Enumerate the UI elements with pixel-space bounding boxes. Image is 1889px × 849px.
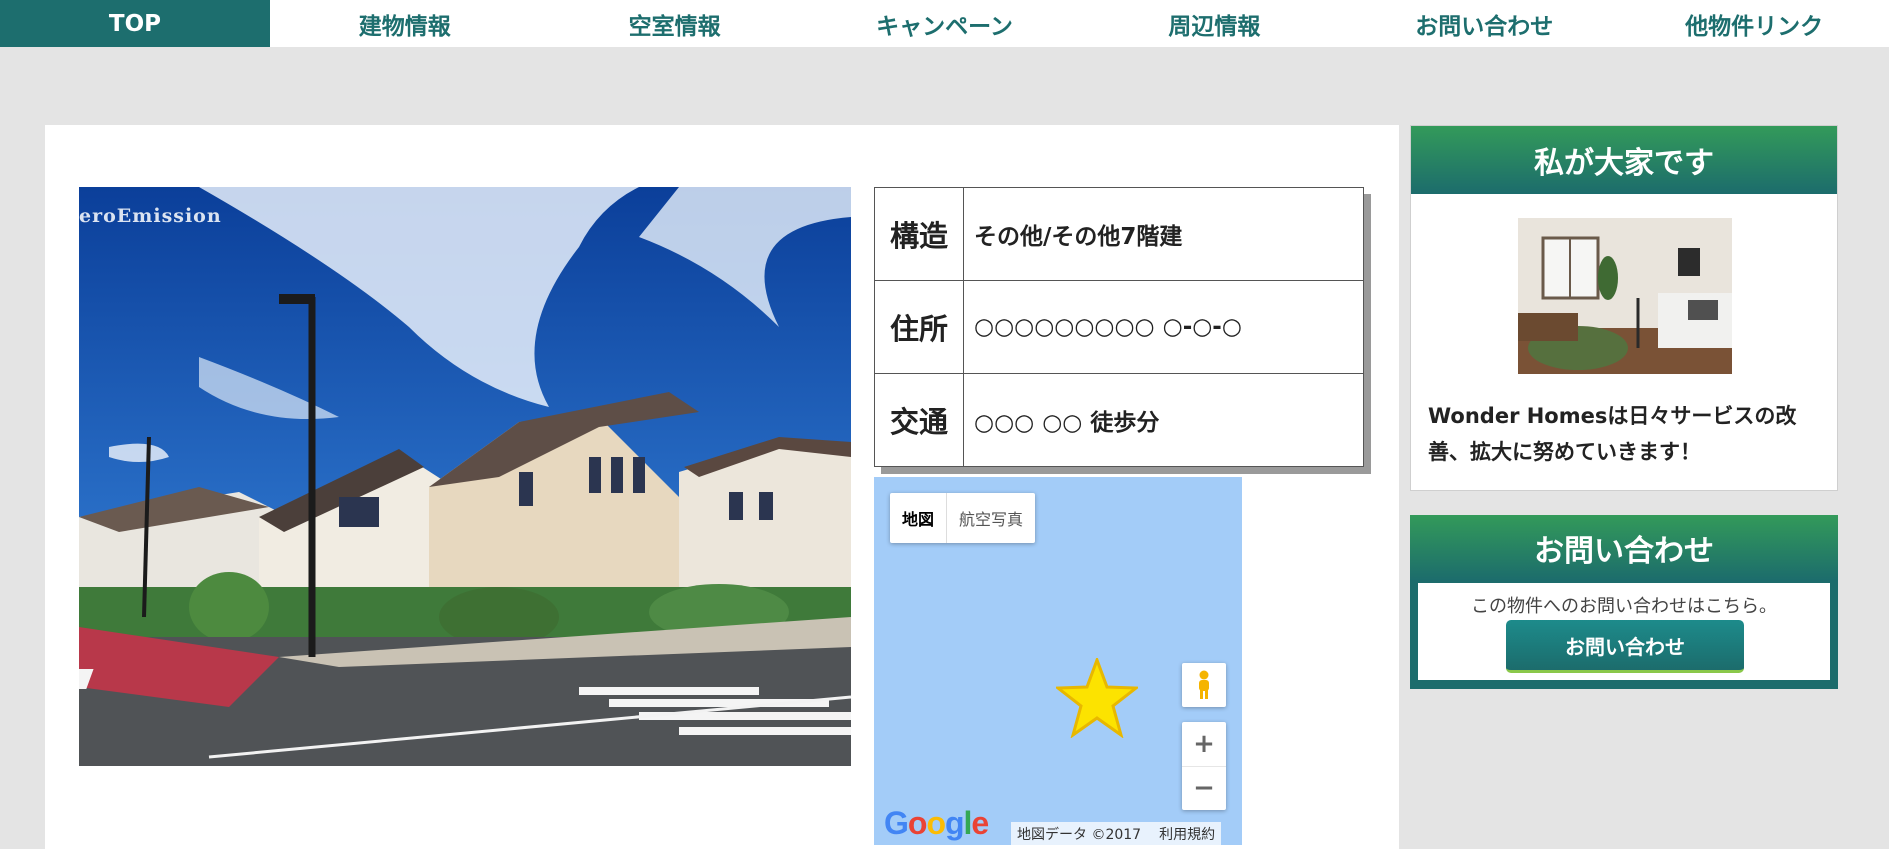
map-attribution: 地図データ ©2017 利用規約: [1011, 822, 1222, 845]
nav-campaign[interactable]: キャンペーン: [810, 0, 1080, 47]
contact-widget-body: この物件へのお問い合わせはこちら。 お問い合わせ: [1418, 583, 1830, 680]
address-label: 住所: [874, 280, 964, 374]
room-photo: [1518, 218, 1732, 374]
zoom-in-button[interactable]: +: [1182, 723, 1226, 767]
zoom-control: + −: [1182, 722, 1226, 810]
photo-watermark: eroEmission: [79, 205, 222, 227]
google-logo: Google: [884, 805, 989, 841]
map-type-control: 地図 航空写真: [890, 493, 1036, 543]
nav-top[interactable]: TOP: [0, 0, 270, 47]
table-row: 住所 ○○○○○○○○○ ○-○-○: [874, 280, 1364, 374]
structure-value: その他/その他7階建: [963, 187, 1364, 281]
zoom-out-button[interactable]: −: [1182, 767, 1226, 810]
contact-button[interactable]: お問い合わせ: [1506, 620, 1744, 673]
map-widget[interactable]: 地図 航空写真 + − Google 地図データ ©2017 利用規約: [874, 477, 1242, 845]
nav-building-info[interactable]: 建物情報: [270, 0, 540, 47]
street-view-pegman-icon[interactable]: [1182, 663, 1226, 707]
contact-description: この物件へのお問い合わせはこちら。: [1471, 596, 1777, 617]
owner-widget: 私が大家です Wonder Homesは日々サービスの改善、拡大に努めていきます…: [1410, 125, 1838, 491]
nav-surroundings[interactable]: 周辺情報: [1079, 0, 1349, 47]
property-info-table: 構造 その他/その他7階建 住所 ○○○○○○○○○ ○-○-○ 交通 ○○○ …: [874, 187, 1364, 467]
nav-other-properties[interactable]: 他物件リンク: [1619, 0, 1889, 47]
map-type-satellite-button[interactable]: 航空写真: [947, 493, 1035, 543]
star-marker-icon[interactable]: [1056, 658, 1138, 738]
table-row: 交通 ○○○ ○○ 徒歩分: [874, 373, 1364, 467]
access-label: 交通: [874, 373, 964, 467]
structure-label: 構造: [874, 187, 964, 281]
map-type-map-button[interactable]: 地図: [890, 493, 948, 543]
nav-vacancy-info[interactable]: 空室情報: [540, 0, 810, 47]
contact-widget: お問い合わせ この物件へのお問い合わせはこちら。 お問い合わせ: [1410, 515, 1838, 689]
map-data-credit: 地図データ ©2017: [1017, 826, 1142, 843]
access-value: ○○○ ○○ 徒歩分: [963, 373, 1364, 467]
owner-message: Wonder Homesは日々サービスの改善、拡大に努めていきます！: [1428, 404, 1797, 464]
property-photo: eroEmission: [79, 187, 851, 766]
terms-link[interactable]: 利用規約: [1159, 824, 1215, 844]
table-row: 構造 その他/その他7階建: [874, 187, 1364, 281]
address-value: ○○○○○○○○○ ○-○-○: [963, 280, 1364, 374]
nav-contact[interactable]: お問い合わせ: [1349, 0, 1619, 47]
top-nav: TOP 建物情報 空室情報 キャンペーン 周辺情報 お問い合わせ 他物件リンク: [0, 0, 1889, 47]
contact-widget-title: お問い合わせ: [1410, 515, 1838, 581]
owner-widget-title: 私が大家です: [1411, 126, 1837, 194]
